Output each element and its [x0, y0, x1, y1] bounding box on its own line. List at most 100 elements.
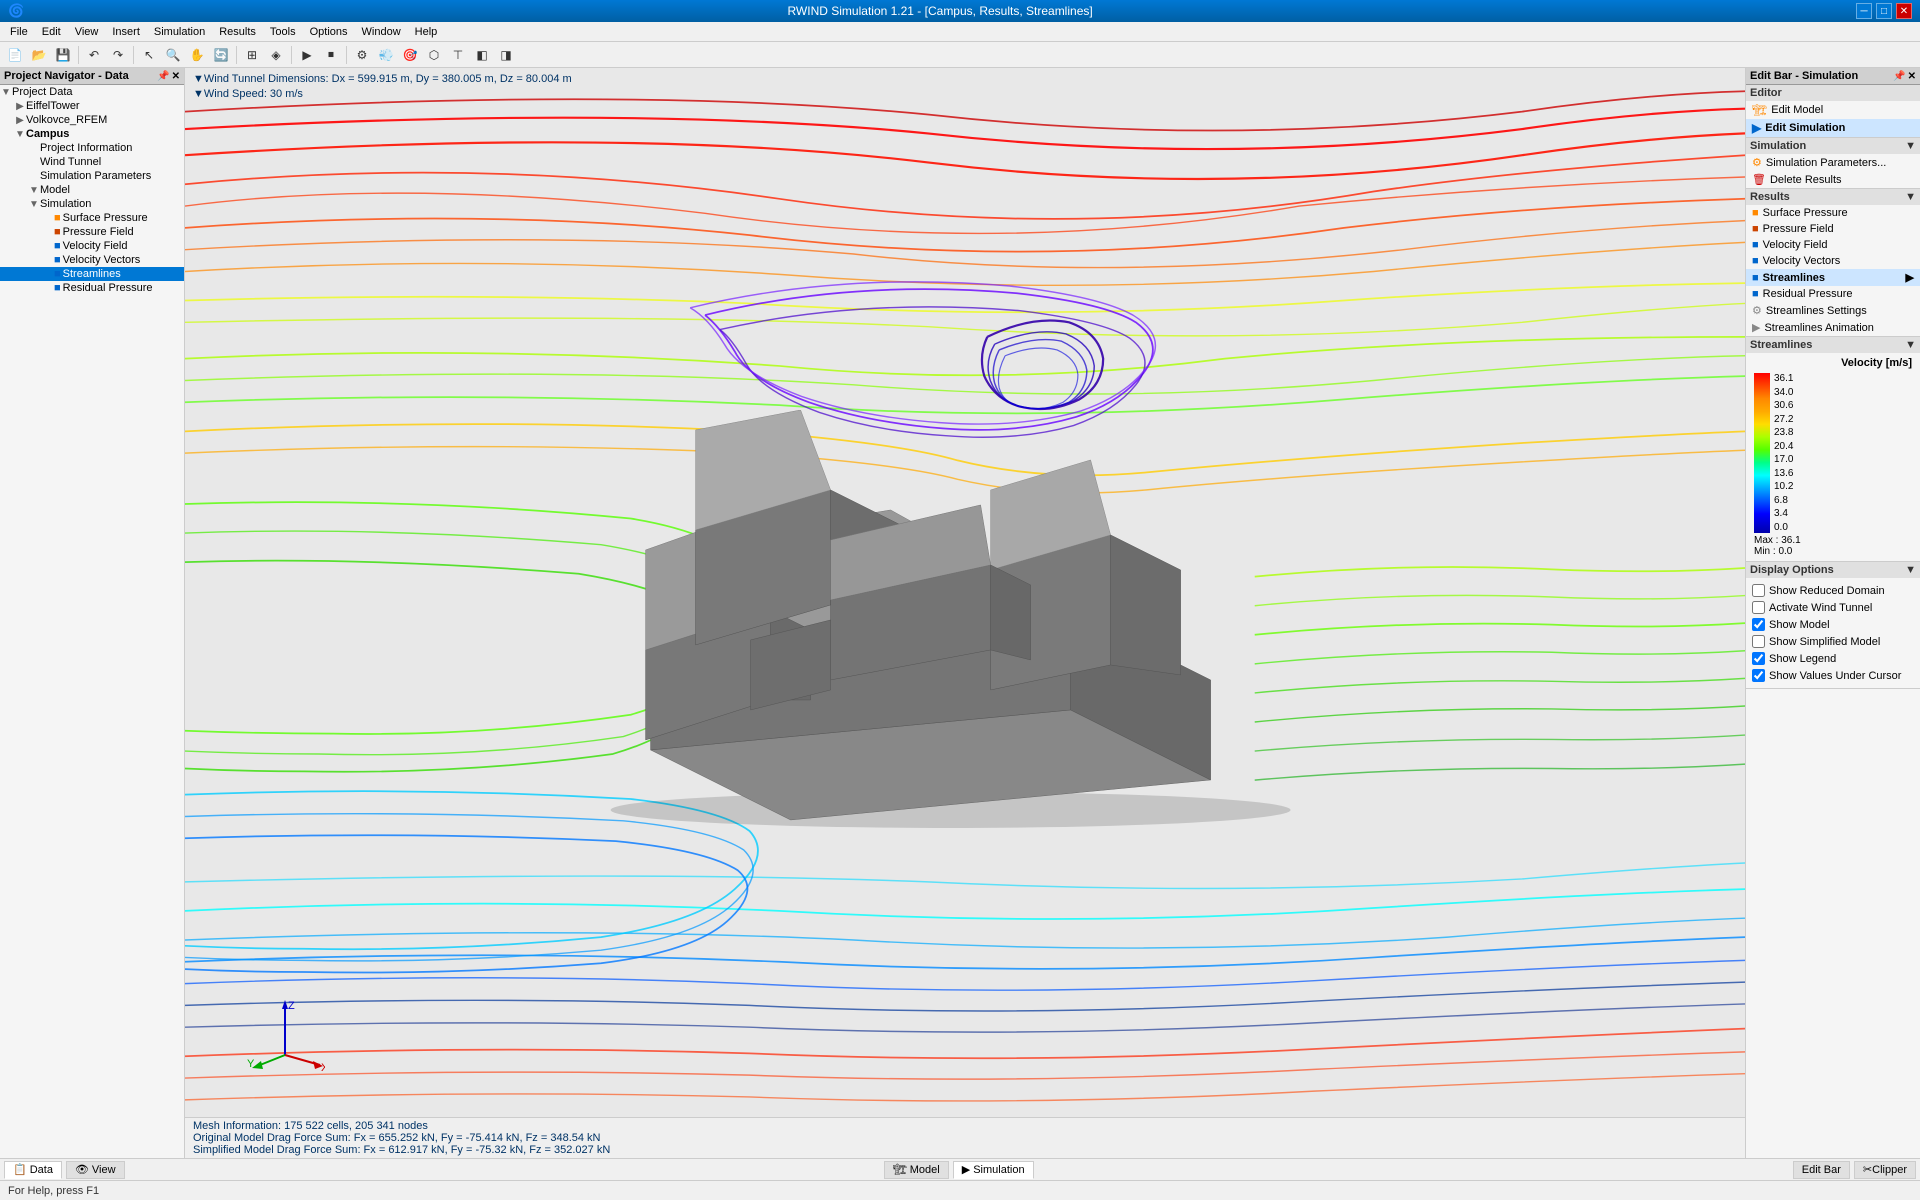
right-panel-title: Edit Bar - Simulation: [1750, 70, 1858, 82]
sim-params-button[interactable]: ⚙ Simulation Parameters...: [1746, 154, 1920, 171]
tree-item-project-info[interactable]: Project Information: [0, 141, 184, 155]
edit-simulation-button[interactable]: ▶ Edit Simulation: [1746, 119, 1920, 137]
residual-pressure-icon: ■: [1752, 288, 1759, 300]
legend-val-5: 20.4: [1774, 441, 1793, 452]
simulation-title: Simulation: [1750, 140, 1806, 152]
view3d-button[interactable]: 🎯: [399, 44, 421, 66]
model-button-label: Model: [910, 1164, 940, 1176]
pressure-field-label: Pressure Field: [1763, 223, 1834, 235]
select-button[interactable]: ↖: [138, 44, 160, 66]
tree-item-project-data[interactable]: ▼Project Data: [0, 85, 184, 99]
menu-item-view[interactable]: View: [69, 25, 105, 39]
menu-item-insert[interactable]: Insert: [106, 25, 146, 39]
activate-wind-checkbox[interactable]: [1752, 601, 1765, 614]
viewport[interactable]: ▼Wind Tunnel Dimensions: Dx = 599.915 m,…: [185, 68, 1745, 1158]
minimize-button[interactable]: ─: [1856, 3, 1872, 19]
menu-item-window[interactable]: Window: [356, 25, 407, 39]
pressure-field-result[interactable]: ■ Pressure Field: [1746, 221, 1920, 237]
menu-item-simulation[interactable]: Simulation: [148, 25, 211, 39]
tree-item-streamlines[interactable]: ■Streamlines: [0, 267, 184, 281]
zoom-button[interactable]: 🔍: [162, 44, 184, 66]
show-legend-option[interactable]: Show Legend: [1752, 650, 1914, 667]
redo-button[interactable]: ↷: [107, 44, 129, 66]
wind-button[interactable]: 💨: [375, 44, 397, 66]
new-button[interactable]: 📄: [4, 44, 26, 66]
velocity-field-result[interactable]: ■ Velocity Field: [1746, 237, 1920, 253]
help-text: For Help, press F1: [8, 1185, 99, 1197]
tree-item-campus[interactable]: ▼Campus: [0, 127, 184, 141]
fit-button[interactable]: ⊞: [241, 44, 263, 66]
activate-wind-tunnel-option[interactable]: Activate Wind Tunnel: [1752, 599, 1914, 616]
streamlines-result[interactable]: ■ Streamlines ▶: [1746, 269, 1920, 286]
menu-item-edit[interactable]: Edit: [36, 25, 67, 39]
tree-item-volkovce[interactable]: ▶Volkovce_RFEM: [0, 113, 184, 127]
run-button[interactable]: ▶: [296, 44, 318, 66]
right-panel-float[interactable]: 📌: [1893, 71, 1905, 82]
show-values-checkbox[interactable]: [1752, 669, 1765, 682]
tree-item-model[interactable]: ▼Model: [0, 183, 184, 197]
close-button[interactable]: ✕: [1896, 3, 1912, 19]
streamlines-settings-result[interactable]: ⚙ Streamlines Settings: [1746, 302, 1920, 319]
tree-item-velocity-vectors[interactable]: ■Velocity Vectors: [0, 253, 184, 267]
show-model-checkbox[interactable]: [1752, 618, 1765, 631]
clipper-button[interactable]: ✂ Clipper: [1854, 1161, 1916, 1179]
save-button[interactable]: 💾: [52, 44, 74, 66]
panel-close-button[interactable]: ✕: [172, 71, 180, 82]
show-legend-label: Show Legend: [1769, 653, 1836, 665]
pan-button[interactable]: ✋: [186, 44, 208, 66]
show-legend-checkbox[interactable]: [1752, 652, 1765, 665]
show-reduced-domain-option[interactable]: Show Reduced Domain: [1752, 582, 1914, 599]
rotate-button[interactable]: 🔄: [210, 44, 232, 66]
menu-item-results[interactable]: Results: [213, 25, 262, 39]
menu-item-file[interactable]: File: [4, 25, 34, 39]
velocity-field-icon: ■: [1752, 239, 1759, 251]
tree-item-pressure-field[interactable]: ■Pressure Field: [0, 225, 184, 239]
stop-button[interactable]: ⏹: [320, 44, 342, 66]
surface-pressure-result[interactable]: ■ Surface Pressure: [1746, 205, 1920, 221]
panel-float-button[interactable]: 📌: [157, 71, 169, 82]
residual-pressure-result[interactable]: ■ Residual Pressure: [1746, 286, 1920, 302]
show-simplified-checkbox[interactable]: [1752, 635, 1765, 648]
delete-results-button[interactable]: 🗑 Delete Results: [1746, 171, 1920, 188]
menu-item-help[interactable]: Help: [409, 25, 444, 39]
tree-item-wind-tunnel[interactable]: Wind Tunnel: [0, 155, 184, 169]
perspective-button[interactable]: ◈: [265, 44, 287, 66]
view-tab-icon: 👁: [75, 1163, 89, 1176]
menu-item-options[interactable]: Options: [304, 25, 354, 39]
data-tab[interactable]: 📋 Data: [4, 1161, 62, 1179]
edit-bar-button[interactable]: Edit Bar: [1793, 1161, 1850, 1179]
simulation-button[interactable]: ▶ Simulation: [953, 1161, 1034, 1179]
view-tab[interactable]: 👁 View: [66, 1161, 125, 1179]
tree-item-sim-params[interactable]: Simulation Parameters: [0, 169, 184, 183]
open-button[interactable]: 📂: [28, 44, 50, 66]
top-button[interactable]: ⊤: [447, 44, 469, 66]
iso-button[interactable]: ⬡: [423, 44, 445, 66]
show-reduced-checkbox[interactable]: [1752, 584, 1765, 597]
show-model-option[interactable]: Show Model: [1752, 616, 1914, 633]
model-button[interactable]: 🏗 Model: [884, 1161, 949, 1179]
tree-item-surface-pressure[interactable]: ■Surface Pressure: [0, 211, 184, 225]
settings-button[interactable]: ⚙: [351, 44, 373, 66]
velocity-vectors-result[interactable]: ■ Velocity Vectors: [1746, 253, 1920, 269]
show-values-option[interactable]: Show Values Under Cursor: [1752, 667, 1914, 684]
side-button[interactable]: ◨: [495, 44, 517, 66]
show-simplified-option[interactable]: Show Simplified Model: [1752, 633, 1914, 650]
edit-model-label: Edit Model: [1771, 104, 1823, 116]
front-button[interactable]: ◧: [471, 44, 493, 66]
edit-model-button[interactable]: 🏗 Edit Model: [1746, 101, 1920, 119]
tree-item-velocity-field[interactable]: ■Velocity Field: [0, 239, 184, 253]
menu-bar: FileEditViewInsertSimulationResultsTools…: [0, 22, 1920, 42]
tree-item-residual-pressure[interactable]: ■Residual Pressure: [0, 281, 184, 295]
tree-item-eiffel[interactable]: ▶EiffelTower: [0, 99, 184, 113]
tree-label-sim-params: Simulation Parameters: [40, 170, 151, 182]
undo-button[interactable]: ↶: [83, 44, 105, 66]
tree-item-simulation[interactable]: ▼Simulation: [0, 197, 184, 211]
restore-button[interactable]: □: [1876, 3, 1892, 19]
tree-label-residual-pressure: Residual Pressure: [63, 282, 153, 294]
right-panel-close[interactable]: ✕: [1908, 71, 1916, 82]
menu-item-tools[interactable]: Tools: [264, 25, 302, 39]
surface-pressure-label: Surface Pressure: [1763, 207, 1848, 219]
editor-section: Editor 🏗 Edit Model ▶ Edit Simulation: [1746, 85, 1920, 138]
tree-label-velocity-field: Velocity Field: [63, 240, 128, 252]
streamlines-animation-result[interactable]: ▶ Streamlines Animation: [1746, 319, 1920, 336]
